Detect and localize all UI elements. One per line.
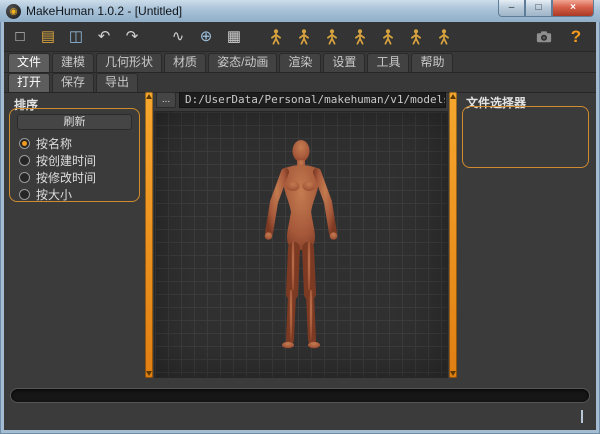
main-toolbar: □ ▤ ◫ ↶ ↷ ∿ ⊕ ▦ xyxy=(4,22,596,52)
undo-icon[interactable]: ↶ xyxy=(92,25,116,49)
scroll-up-arrow-icon[interactable] xyxy=(146,94,152,99)
tab-rendering[interactable]: 渲染 xyxy=(279,53,321,72)
radio-label: 按名称 xyxy=(36,135,72,152)
view-back-icon[interactable] xyxy=(376,25,400,49)
redo-icon[interactable]: ↷ xyxy=(120,25,144,49)
symmetry-icon[interactable] xyxy=(320,25,344,49)
sort-option-by-created[interactable]: 按创建时间 xyxy=(19,153,96,168)
scroll-down-arrow-icon[interactable] xyxy=(450,371,456,376)
path-field[interactable]: D:/UserData/Personal/makehuman/v1/models xyxy=(179,92,446,108)
tab-geometries[interactable]: 几何形状 xyxy=(96,53,162,72)
subtab-save[interactable]: 保存 xyxy=(52,73,94,92)
tab-file[interactable]: 文件 xyxy=(8,53,50,72)
minimize-button[interactable]: – xyxy=(498,0,525,17)
tab-utilities[interactable]: 工具 xyxy=(367,53,409,72)
tab-settings[interactable]: 设置 xyxy=(323,53,365,72)
scroll-up-arrow-icon[interactable] xyxy=(450,94,456,99)
camera-icon xyxy=(535,28,553,46)
new-file-icon[interactable]: □ xyxy=(8,25,32,49)
file-scrollbar-right[interactable] xyxy=(449,92,457,378)
person-figure-icon xyxy=(267,28,285,46)
tab-modelling[interactable]: 建模 xyxy=(52,53,94,72)
load-icon[interactable]: ▤ xyxy=(36,25,60,49)
main-tabbar: 文件 建模 几何形状 材质 姿态/动画 渲染 设置 工具 帮助 xyxy=(4,52,596,73)
sort-option-by-modified[interactable]: 按修改时间 xyxy=(19,170,96,185)
grab-screenshot-icon[interactable] xyxy=(532,25,556,49)
close-button[interactable]: × xyxy=(552,0,594,17)
person-figure-icon xyxy=(407,28,425,46)
browse-button[interactable]: ... xyxy=(156,92,176,108)
model-viewport[interactable] xyxy=(154,111,448,378)
window-controls: – □ × xyxy=(498,0,594,17)
view-front-icon[interactable] xyxy=(348,25,372,49)
symmetry-left-icon[interactable] xyxy=(264,25,288,49)
background-icon[interactable]: ▦ xyxy=(222,25,246,49)
sort-option-by-size[interactable]: 按大小 xyxy=(19,187,72,202)
radio-icon xyxy=(19,172,30,183)
file-chooser-box[interactable] xyxy=(462,106,589,168)
person-figure-icon xyxy=(351,28,369,46)
subtab-export[interactable]: 导出 xyxy=(96,73,138,92)
smooth-icon[interactable]: ∿ xyxy=(166,25,190,49)
makehuman-logo-icon: ◉ xyxy=(6,4,21,19)
person-figure-icon xyxy=(379,28,397,46)
render-icon[interactable]: ⊕ xyxy=(194,25,218,49)
save-icon[interactable]: ◫ xyxy=(64,25,88,49)
sort-option-by-name[interactable]: 按名称 xyxy=(19,136,72,151)
maximize-button[interactable]: □ xyxy=(525,0,552,17)
symmetry-right-icon[interactable] xyxy=(292,25,316,49)
sub-tabbar: 打开 保存 导出 xyxy=(4,73,596,93)
resize-grip[interactable] xyxy=(581,410,583,423)
titlebar[interactable]: ◉ MakeHuman 1.0.2 - [Untitled] – □ × xyxy=(0,0,600,22)
tab-pose-animate[interactable]: 姿态/动画 xyxy=(208,53,277,72)
radio-selected-icon xyxy=(19,138,30,149)
file-scrollbar-left[interactable] xyxy=(145,92,153,378)
radio-label: 按创建时间 xyxy=(36,152,96,169)
file-browser-area: ... D:/UserData/Personal/makehuman/v1/mo… xyxy=(145,92,457,378)
view-left-icon[interactable] xyxy=(404,25,428,49)
radio-icon xyxy=(19,155,30,166)
person-figure-icon xyxy=(323,28,341,46)
subtab-open[interactable]: 打开 xyxy=(8,73,50,92)
radio-icon xyxy=(19,189,30,200)
radio-label: 按修改时间 xyxy=(36,169,96,186)
refresh-button[interactable]: 刷新 xyxy=(17,114,132,130)
progress-bar xyxy=(10,388,590,403)
window-title: MakeHuman 1.0.2 - [Untitled] xyxy=(26,4,182,18)
radio-label: 按大小 xyxy=(36,186,72,203)
view-right-icon[interactable] xyxy=(432,25,456,49)
tab-materials[interactable]: 材质 xyxy=(164,53,206,72)
window: ◉ MakeHuman 1.0.2 - [Untitled] – □ × □ ▤… xyxy=(0,0,600,434)
help-icon[interactable]: ? xyxy=(564,25,588,49)
path-bar: ... D:/UserData/Personal/makehuman/v1/mo… xyxy=(156,92,446,108)
tab-help[interactable]: 帮助 xyxy=(411,53,453,72)
app-client-area: □ ▤ ◫ ↶ ↷ ∿ ⊕ ▦ xyxy=(4,22,596,430)
person-figure-icon xyxy=(295,28,313,46)
scroll-down-arrow-icon[interactable] xyxy=(146,371,152,376)
sort-panel: 刷新 按名称 按创建时间 按修改时间 按大小 xyxy=(9,108,140,202)
person-figure-icon xyxy=(435,28,453,46)
human-model[interactable] xyxy=(241,136,361,368)
